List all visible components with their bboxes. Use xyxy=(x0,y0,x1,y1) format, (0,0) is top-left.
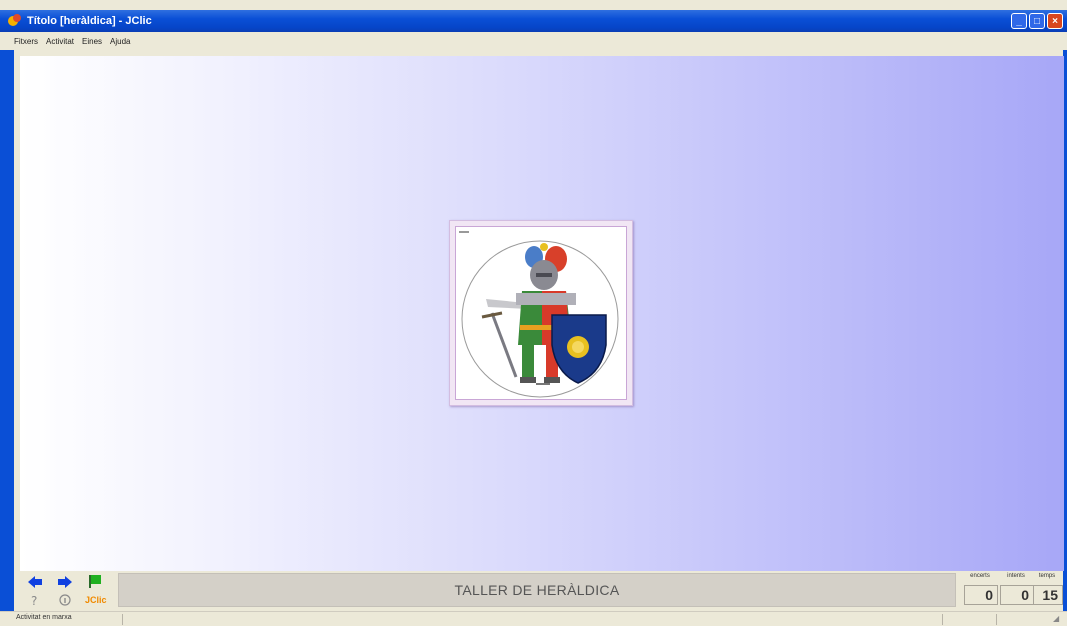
jclic-app-icon xyxy=(8,14,22,28)
status-separator xyxy=(942,614,943,625)
counter-label: temps xyxy=(1038,573,1056,579)
counter-encerts: encerts 0 xyxy=(961,573,999,607)
jclic-logo[interactable]: JClic xyxy=(85,595,107,605)
menu-eines[interactable]: Eines xyxy=(82,37,102,46)
counter-value: 0 xyxy=(1000,585,1034,605)
menu-fitxers[interactable]: Fitxers xyxy=(14,37,38,46)
message-box: TALLER DE HERÀLDICA xyxy=(118,573,956,607)
minimize-button[interactable]: _ xyxy=(1011,13,1027,29)
control-panel: ? JClic TALLER DE HERÀLDICA encerts 0 in… xyxy=(14,571,1063,611)
resize-grip-icon[interactable]: ◢ xyxy=(1053,614,1063,624)
activity-image-card[interactable] xyxy=(449,220,633,406)
counter-value: 15 xyxy=(1033,585,1063,605)
svg-text:?: ? xyxy=(31,594,37,608)
maximize-button[interactable]: □ xyxy=(1029,13,1045,29)
status-separator xyxy=(996,614,997,625)
window-controls: _ □ × xyxy=(1011,13,1063,29)
menu-ajuda[interactable]: Ajuda xyxy=(110,37,130,46)
info-icon[interactable] xyxy=(56,592,74,608)
counter-temps: temps 15 xyxy=(1030,573,1064,607)
window-title: Títolo [heràldica] - JClic xyxy=(27,15,152,27)
window-frame-left xyxy=(0,50,14,626)
counter-value: 0 xyxy=(964,585,998,605)
status-bar: Activitat en marxa ◢ xyxy=(0,611,1067,626)
help-icon[interactable]: ? xyxy=(26,592,44,608)
application-window: Títolo [heràldica] - JClic _ □ × Fitxers… xyxy=(0,0,1067,626)
menu-activitat[interactable]: Activitat xyxy=(46,37,74,46)
next-activity-icon[interactable] xyxy=(56,574,74,590)
counter-label: encerts xyxy=(970,573,990,579)
previous-activity-icon[interactable] xyxy=(26,574,44,590)
status-text: Activitat en marxa xyxy=(16,614,72,621)
status-separator xyxy=(122,614,123,625)
title-bar[interactable]: Títolo [heràldica] - JClic _ □ × xyxy=(0,10,1067,32)
knight-illustration xyxy=(455,226,627,400)
menu-bar: Fitxers Activitat Eines Ajuda xyxy=(0,32,1067,50)
knight-with-shield-image xyxy=(459,231,619,398)
activity-message: TALLER DE HERÀLDICA xyxy=(454,582,620,598)
close-button[interactable]: × xyxy=(1047,13,1063,29)
reset-activity-icon[interactable] xyxy=(86,573,104,589)
